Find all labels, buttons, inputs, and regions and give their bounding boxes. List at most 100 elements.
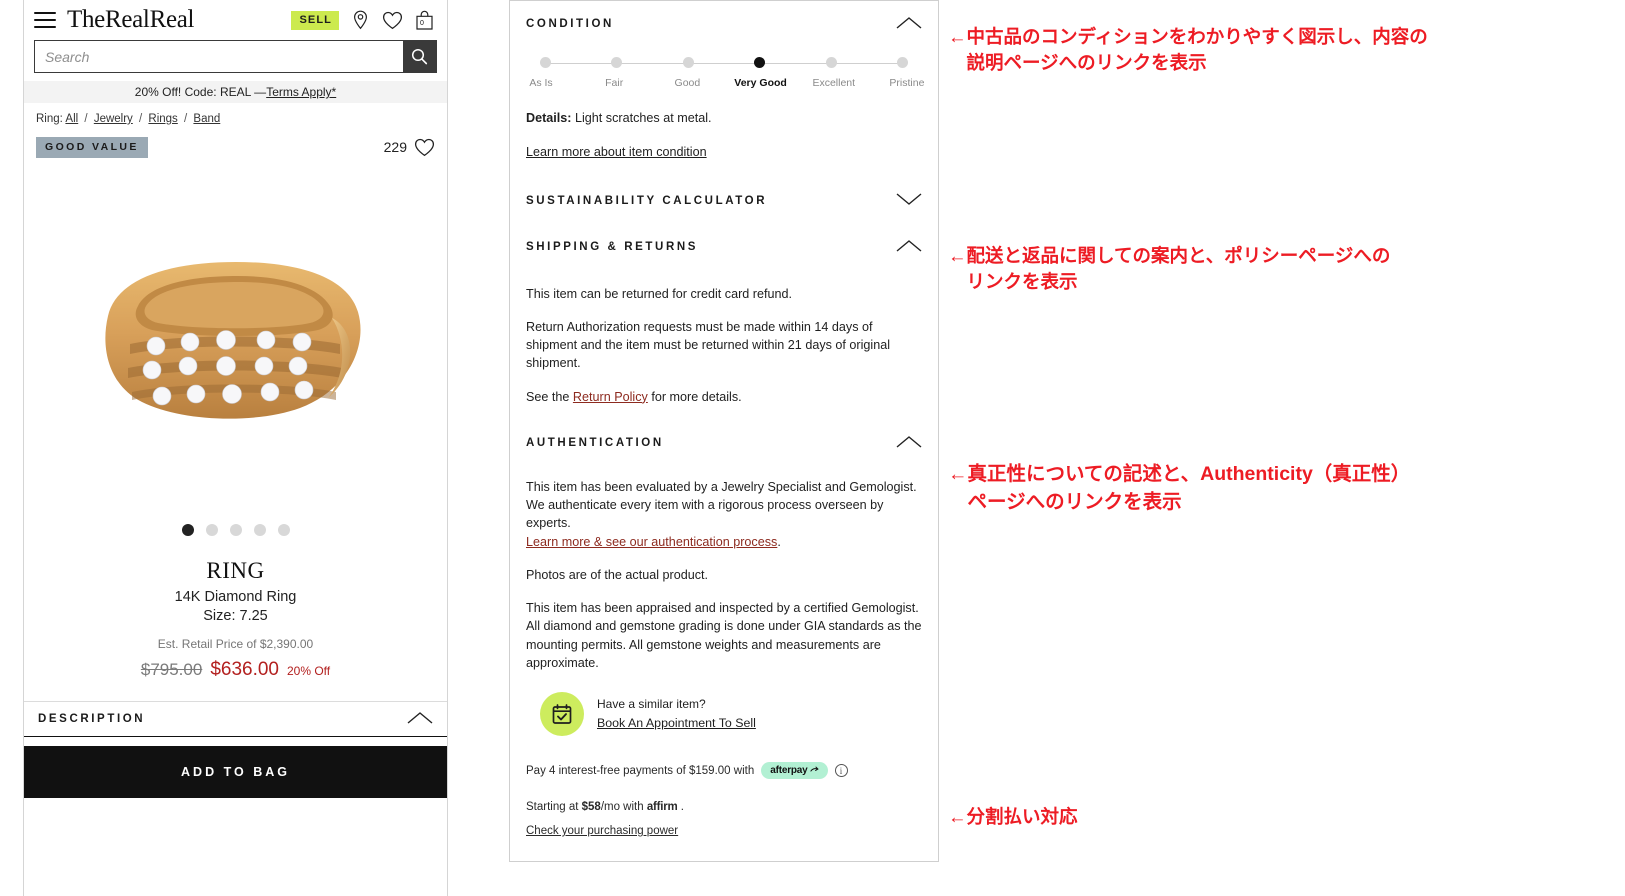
authentication-paragraph-2: Photos are of the actual product. bbox=[526, 567, 709, 582]
condition-steps bbox=[540, 57, 908, 71]
breadcrumb-item-rings[interactable]: Rings bbox=[148, 113, 177, 125]
favorite-count-label: 229 bbox=[383, 139, 407, 156]
afterpay-text: Pay 4 interest-free payments of $159.00 … bbox=[526, 764, 755, 777]
price-row: $795.00 $636.00 20% Off bbox=[24, 659, 447, 681]
condition-heading: CONDITION bbox=[526, 18, 614, 30]
discount-label: 20% Off bbox=[287, 663, 331, 678]
chevron-up-icon bbox=[896, 435, 922, 451]
carousel-dot-2[interactable] bbox=[205, 523, 218, 536]
breadcrumb-item-band[interactable]: Band bbox=[193, 113, 220, 125]
chevron-up-icon bbox=[407, 711, 433, 727]
condition-dot-excellent[interactable] bbox=[825, 57, 837, 68]
breadcrumb-separator: / bbox=[184, 113, 188, 125]
affirm-pre: Starting at bbox=[526, 801, 582, 813]
good-value-badge: GOOD VALUE bbox=[36, 137, 148, 158]
product-badge-row: GOOD VALUE 229 bbox=[24, 125, 447, 158]
authentication-process-link[interactable]: Learn more & see our authentication proc… bbox=[526, 535, 777, 549]
promo-terms-link[interactable]: Terms Apply* bbox=[266, 85, 336, 99]
return-policy-post: for more details. bbox=[647, 389, 742, 404]
carousel-dot-4[interactable] bbox=[253, 523, 266, 536]
condition-slider[interactable] bbox=[540, 57, 908, 71]
shipping-paragraph-1: This item can be returned for credit car… bbox=[526, 286, 792, 301]
annotation-installments: ←分割払い対応 bbox=[948, 806, 1078, 827]
heart-icon bbox=[414, 138, 435, 156]
shipping-paragraph-3: See the Return Policy for more details. bbox=[526, 388, 922, 406]
authentication-paragraph-3: This item has been appraised and inspect… bbox=[526, 601, 922, 670]
condition-labels: As Is Fair Good Very Good Excellent Pris… bbox=[510, 77, 938, 89]
authentication-heading: AUTHENTICATION bbox=[526, 436, 664, 449]
condition-dot-good[interactable] bbox=[682, 57, 694, 68]
screenshot-root: TheRealReal SELL 0 Search 20% Off! Code:… bbox=[0, 0, 1625, 896]
current-price: $636.00 bbox=[210, 658, 279, 680]
product-image[interactable] bbox=[24, 160, 447, 520]
condition-label-excellent: Excellent bbox=[812, 77, 856, 89]
image-carousel-dots[interactable] bbox=[24, 523, 447, 536]
promo-banner: 20% Off! Code: REAL — Terms Apply* bbox=[24, 81, 447, 103]
affirm-mid: /mo with bbox=[600, 801, 647, 813]
condition-dot-fair[interactable] bbox=[611, 57, 623, 68]
promo-text: 20% Off! Code: REAL — bbox=[134, 85, 267, 99]
auth-p1-period: . bbox=[777, 534, 781, 549]
condition-section-header[interactable]: CONDITION bbox=[526, 1, 922, 47]
sustainability-heading: SUSTAINABILITY CALCULATOR bbox=[526, 194, 768, 207]
favorite-counter[interactable]: 229 bbox=[384, 138, 435, 157]
info-icon[interactable]: i bbox=[834, 764, 848, 777]
carousel-dot-5[interactable] bbox=[277, 523, 290, 536]
authentication-section-header[interactable]: AUTHENTICATION bbox=[526, 420, 922, 466]
auth-p1-text: This item has been evaluated by a Jewelr… bbox=[526, 479, 917, 531]
condition-learn-more-row: Learn more about item condition bbox=[526, 143, 922, 161]
condition-dot-as-is[interactable] bbox=[540, 57, 551, 68]
condition-label-very-good: Very Good bbox=[734, 77, 787, 89]
carousel-dot-1[interactable] bbox=[181, 523, 194, 536]
learn-more-condition-link[interactable]: Learn more about item condition bbox=[526, 145, 707, 159]
heart-icon[interactable] bbox=[381, 8, 403, 32]
affirm-row: Starting at $58/mo with affirm . bbox=[526, 801, 922, 813]
brand-logo[interactable]: TheRealReal bbox=[67, 6, 195, 34]
carousel-dot-3[interactable] bbox=[229, 523, 242, 536]
mobile-product-panel: TheRealReal SELL 0 Search 20% Off! Code:… bbox=[23, 0, 448, 896]
sell-promo-question: Have a similar item? bbox=[597, 696, 706, 711]
breadcrumb-separator: / bbox=[139, 113, 143, 125]
breadcrumb-prefix: Ring: bbox=[36, 113, 63, 125]
afterpay-logo[interactable]: afterpay bbox=[761, 762, 828, 779]
affirm-post: . bbox=[677, 801, 684, 813]
description-section-header[interactable]: DESCRIPTION bbox=[24, 700, 447, 737]
app-header: TheRealReal SELL 0 bbox=[24, 0, 447, 40]
affirm-amount: $58 bbox=[581, 801, 601, 813]
search-input[interactable] bbox=[35, 41, 403, 72]
afterpay-row: Pay 4 interest-free payments of $159.00 … bbox=[526, 762, 922, 779]
book-appointment-link[interactable]: Book An Appointment To Sell bbox=[597, 716, 756, 730]
authentication-paragraph-1: This item has been evaluated by a Jewelr… bbox=[526, 478, 922, 551]
product-size: Size: 7.25 bbox=[203, 607, 268, 624]
sell-promo-text: Have a similar item? Book An Appointment… bbox=[597, 697, 756, 732]
shipping-paragraph-2: Return Authorization requests must be ma… bbox=[526, 319, 891, 371]
add-to-bag-button[interactable]: ADD TO BAG bbox=[24, 745, 447, 798]
hamburger-menu-icon[interactable] bbox=[34, 12, 56, 28]
afterpay-brand-label: afterpay bbox=[770, 765, 808, 776]
afterpay-mark-icon bbox=[809, 766, 819, 772]
sustainability-section-header[interactable]: SUSTAINABILITY CALCULATOR bbox=[526, 178, 922, 224]
description-label: DESCRIPTION bbox=[38, 712, 146, 725]
condition-dot-very-good[interactable] bbox=[754, 57, 766, 68]
original-price: $795.00 bbox=[140, 659, 203, 679]
breadcrumb-separator: / bbox=[84, 113, 88, 125]
product-title: RING bbox=[206, 557, 265, 583]
shopping-bag-icon[interactable]: 0 bbox=[413, 8, 435, 32]
breadcrumb-item-all[interactable]: All bbox=[65, 113, 78, 125]
condition-label-fair: Fair bbox=[605, 77, 624, 89]
condition-details-text: Light scratches at metal. bbox=[571, 111, 712, 125]
bag-count-badge: 0 bbox=[420, 20, 424, 27]
sell-button[interactable]: SELL bbox=[291, 10, 339, 30]
check-purchasing-power-link[interactable]: Check your purchasing power bbox=[526, 825, 678, 837]
annotation-authentication: ←真正性についての記述と、Authenticity（真正性） ページへのリンクを… bbox=[948, 463, 1411, 513]
condition-dot-pristine[interactable] bbox=[896, 57, 908, 68]
return-policy-link[interactable]: Return Policy bbox=[573, 390, 648, 404]
search-icon[interactable] bbox=[403, 41, 436, 72]
shipping-section-header[interactable]: SHIPPING & RETURNS bbox=[526, 224, 922, 270]
location-pin-icon[interactable] bbox=[349, 8, 371, 32]
condition-details: Details: Light scratches at metal. bbox=[526, 109, 922, 127]
return-policy-pre: See the bbox=[526, 389, 573, 404]
search-bar bbox=[24, 40, 447, 73]
breadcrumb-item-jewelry[interactable]: Jewelry bbox=[94, 113, 133, 125]
chevron-up-icon bbox=[896, 16, 922, 32]
